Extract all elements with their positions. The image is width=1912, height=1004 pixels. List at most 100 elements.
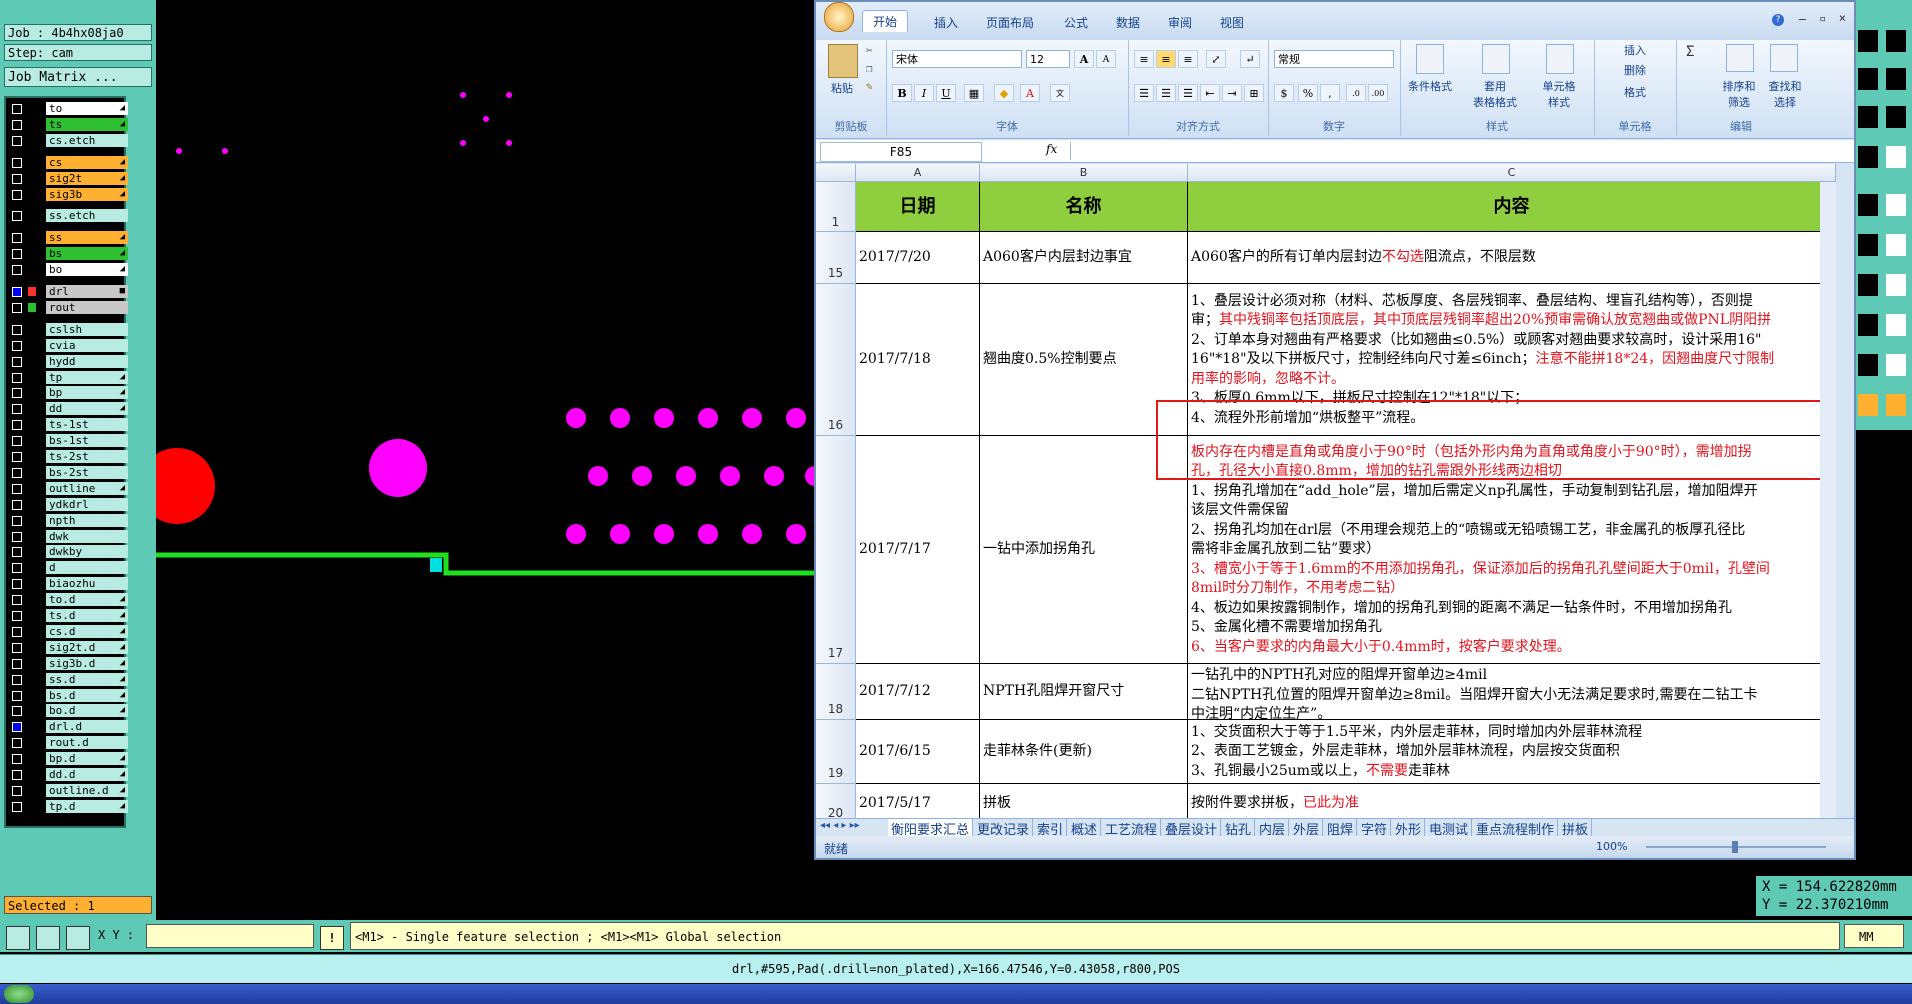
insert-cells-button[interactable]: 插入 <box>1624 42 1646 58</box>
layer-row[interactable]: bs-1st <box>8 434 128 448</box>
increase-decimal-icon[interactable]: .0 <box>1346 84 1366 102</box>
wrap-text-icon[interactable]: ↵ <box>1240 50 1260 68</box>
layer-name[interactable]: dwk <box>46 529 128 543</box>
tab-view[interactable]: 视图 <box>1220 14 1244 31</box>
sheet-nav-icon[interactable]: ◂◂ ◂ ▸ ▸▸ <box>820 820 860 831</box>
layer-row[interactable]: tp.d ◢ <box>8 799 128 814</box>
layer-row[interactable]: to ◢ <box>8 102 128 116</box>
layer-checkbox[interactable] <box>12 452 22 462</box>
layer-checkbox[interactable] <box>12 658 22 669</box>
content-cell[interactable]: A060客户的所有订单内层封边不勾选阻流点，不限层数 <box>1188 232 1836 284</box>
layer-checkbox[interactable] <box>12 690 22 701</box>
tool-button[interactable] <box>1856 104 1880 130</box>
layer-name[interactable]: outline ◢ <box>46 481 128 495</box>
font-size-combo[interactable]: 12 <box>1026 50 1070 68</box>
tool-button[interactable] <box>1884 352 1908 378</box>
date-cell[interactable]: 2017/7/17 <box>856 436 980 664</box>
align-left-icon[interactable]: ☰ <box>1134 84 1154 102</box>
layer-name[interactable]: bs.d ◢ <box>46 688 128 702</box>
office-button-icon[interactable] <box>824 2 854 32</box>
layer-row[interactable]: sig2t.d ◢ <box>8 640 128 655</box>
layer-name[interactable]: cslsh <box>46 322 128 336</box>
layer-row[interactable]: cs ◢ <box>8 155 128 170</box>
phonetic-icon[interactable]: 文 <box>1050 84 1070 102</box>
layer-checkbox[interactable] <box>12 706 22 717</box>
layer-name[interactable]: drl ■ <box>46 285 128 298</box>
layer-checkbox[interactable] <box>12 287 22 297</box>
cut-icon[interactable]: ✂ <box>866 44 873 57</box>
layer-name[interactable]: cvia <box>46 338 128 352</box>
layer-checkbox[interactable] <box>12 157 22 168</box>
conditional-format-button[interactable]: 条件格式 <box>1402 78 1458 94</box>
date-cell[interactable]: 2017/5/17 <box>856 784 980 818</box>
layer-row[interactable]: ts ◢ <box>8 117 128 132</box>
layer-name[interactable]: sig2t ◢ <box>46 171 128 185</box>
tab-insert[interactable]: 插入 <box>934 14 958 31</box>
align-bottom-icon[interactable]: ≡ <box>1178 50 1198 68</box>
delete-cells-button[interactable]: 删除 <box>1624 62 1646 78</box>
layer-row[interactable]: rout <box>8 300 128 315</box>
layer-checkbox[interactable] <box>12 233 22 244</box>
tool-button[interactable] <box>1856 272 1880 298</box>
layer-name[interactable]: npth <box>46 513 128 527</box>
layer-row[interactable]: dd.d ◢ <box>8 768 128 782</box>
layer-checkbox[interactable] <box>12 611 22 621</box>
grow-font-button[interactable]: A <box>1074 50 1094 68</box>
layer-row[interactable]: d <box>8 561 128 575</box>
layer-checkbox[interactable] <box>12 302 22 313</box>
layer-row[interactable]: hydd <box>8 354 128 369</box>
tool-button[interactable] <box>1856 192 1880 218</box>
start-button-icon[interactable] <box>4 985 34 1003</box>
copy-icon[interactable]: ❐ <box>866 62 873 75</box>
date-cell[interactable]: 2017/7/18 <box>856 284 980 436</box>
content-cell[interactable]: 1、交货面积大于等于1.5平米，内外层走菲林，同时增加内外层菲林流程 2、表面工艺… <box>1188 720 1836 784</box>
layer-row[interactable]: tp ◢ <box>8 370 128 385</box>
info-icon[interactable]: ! <box>320 926 344 950</box>
tool-button[interactable] <box>1856 232 1880 258</box>
layer-row[interactable]: dd ◢ <box>8 402 128 416</box>
tool-button[interactable] <box>1856 392 1880 418</box>
column-header[interactable]: C <box>1188 164 1836 182</box>
layer-checkbox[interactable] <box>12 467 22 478</box>
date-cell[interactable]: 2017/7/12 <box>856 664 980 720</box>
layer-name[interactable]: d <box>46 561 128 575</box>
layer-checkbox[interactable] <box>12 595 22 606</box>
layer-checkbox[interactable] <box>12 801 22 812</box>
layer-name[interactable]: ss.d ◢ <box>46 672 128 686</box>
align-right-icon[interactable]: ☰ <box>1178 84 1198 102</box>
layer-name[interactable]: rout.d <box>46 736 128 750</box>
tool-button[interactable] <box>1856 312 1880 338</box>
row-header[interactable]: 18 <box>816 664 856 720</box>
layer-name[interactable]: bs-2st <box>46 465 128 479</box>
layer-name[interactable]: biaozhu <box>46 577 128 591</box>
layer-checkbox[interactable] <box>12 340 22 351</box>
layer-checkbox[interactable] <box>12 563 22 574</box>
name-cell[interactable]: NPTH孔阻焊开窗尺寸 <box>980 664 1188 720</box>
layer-name[interactable]: to.d ◢ <box>46 593 128 607</box>
align-center-icon[interactable]: ☰ <box>1156 84 1176 102</box>
layer-name[interactable]: cs.d ◢ <box>46 624 128 638</box>
layer-row[interactable]: ss.d ◢ <box>8 672 128 687</box>
decrease-indent-icon[interactable]: ⇤ <box>1200 84 1220 102</box>
layer-checkbox[interactable] <box>12 754 22 765</box>
layer-row[interactable]: sig2t ◢ <box>8 171 128 186</box>
shrink-font-button[interactable]: A <box>1096 50 1116 68</box>
layer-row[interactable]: cs.d ◢ <box>8 624 128 639</box>
row-header[interactable]: 1 <box>816 182 856 232</box>
cam-drawing[interactable] <box>139 0 825 920</box>
layer-row[interactable]: bo.d ◢ <box>8 704 128 718</box>
layer-name[interactable]: ts-1st <box>46 418 128 432</box>
fill-color-icon[interactable]: ◆ <box>994 84 1014 102</box>
name-box[interactable]: F85 <box>820 142 982 162</box>
layer-row[interactable]: bp ◢ <box>8 386 128 400</box>
close-icon[interactable]: × <box>1839 11 1846 25</box>
layer-name[interactable]: tp ◢ <box>46 370 128 384</box>
layer-checkbox[interactable] <box>12 324 22 335</box>
fx-label[interactable]: fx <box>1046 142 1057 156</box>
layer-checkbox[interactable] <box>12 674 22 685</box>
layer-checkbox[interactable] <box>12 356 22 367</box>
layer-name[interactable]: dwkby <box>46 545 128 559</box>
comma-icon[interactable]: , <box>1320 84 1340 102</box>
cam-canvas[interactable] <box>139 0 825 920</box>
layer-checkbox[interactable] <box>12 211 22 222</box>
